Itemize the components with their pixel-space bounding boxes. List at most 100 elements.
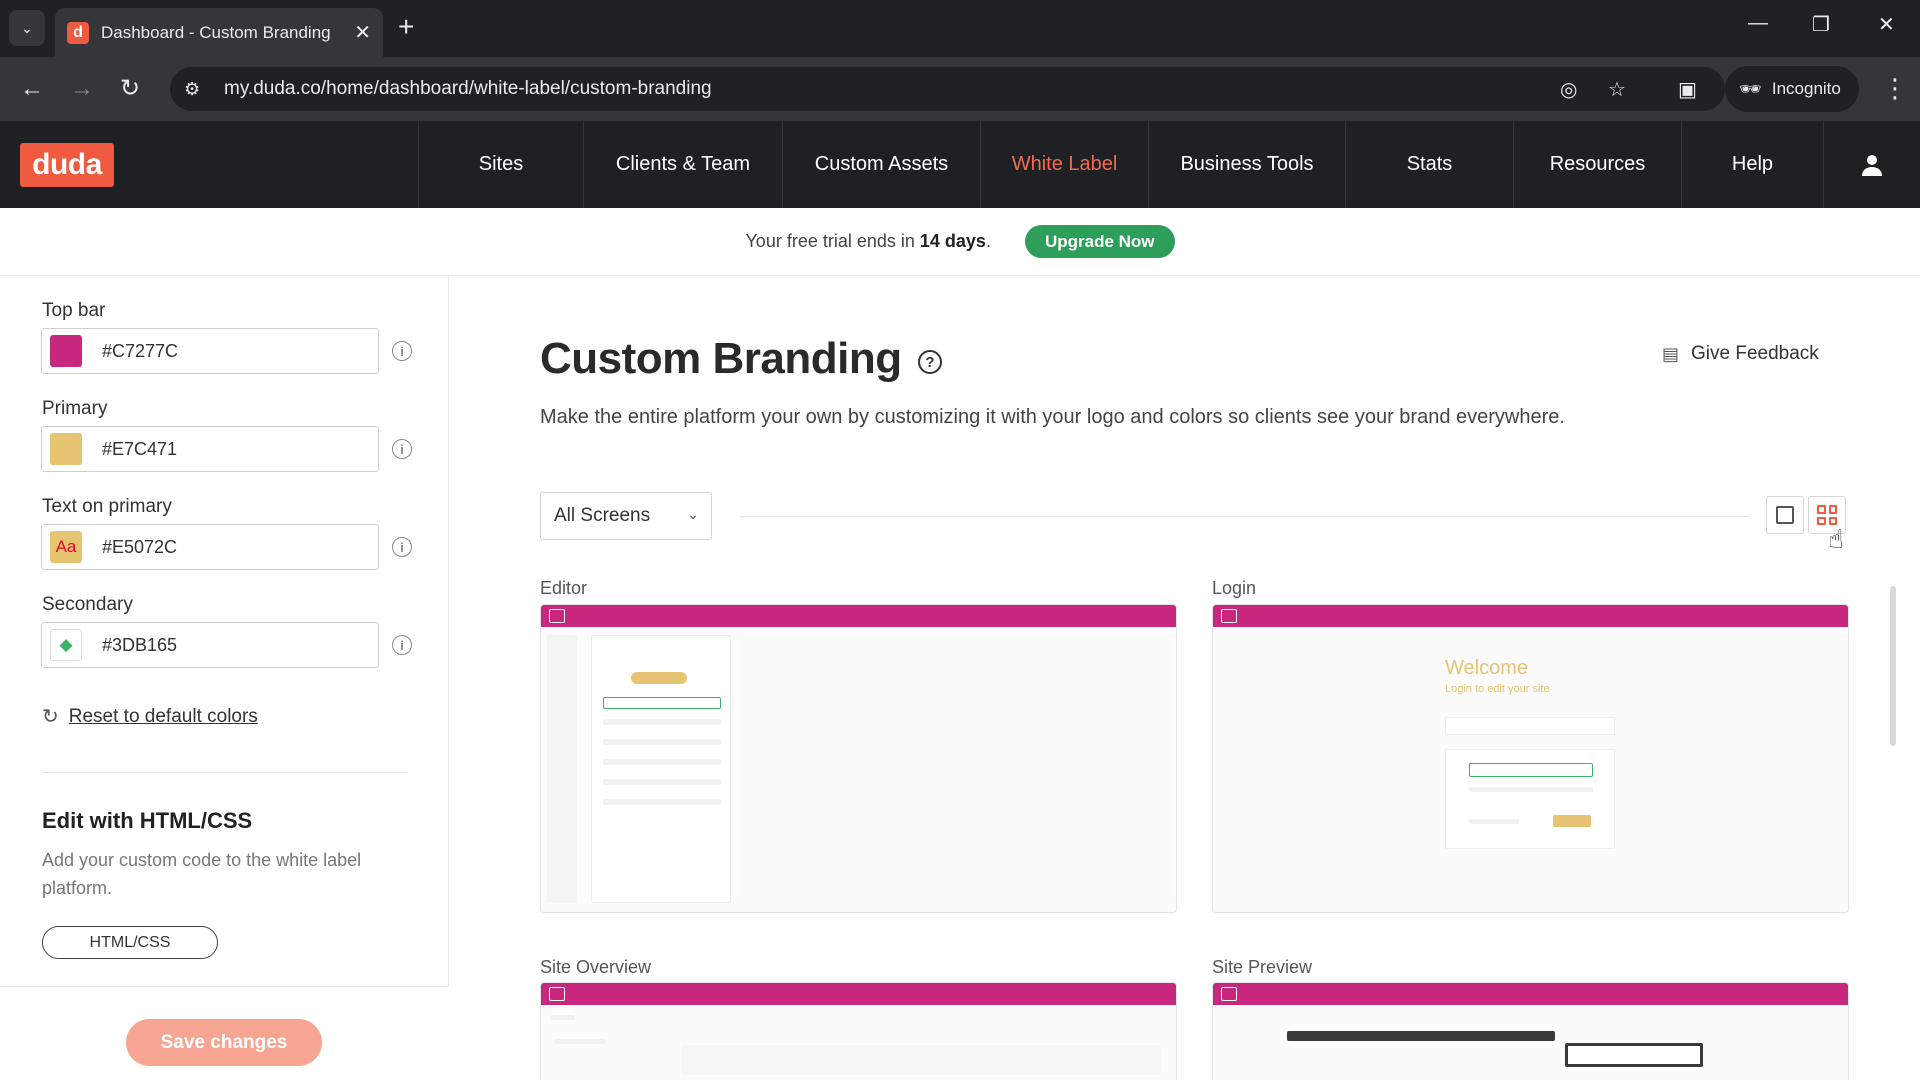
branding-settings-panel: Top bar #C7277C i Primary #E7C471 i Text… — [0, 276, 449, 1080]
login-preview-card[interactable]: Welcome Login to edit your site — [1212, 604, 1849, 913]
tab-search-chevron-icon[interactable]: ⌄ — [9, 10, 45, 46]
filter-divider — [740, 516, 1750, 517]
divider — [42, 772, 408, 773]
bookmark-star-icon[interactable]: ☆ — [1608, 77, 1626, 102]
site-info-icon[interactable]: ⚙ — [184, 79, 210, 100]
info-icon[interactable]: i — [392, 439, 412, 459]
top-bar-label: Top bar — [42, 300, 106, 321]
screen-filter-select[interactable]: All Screens ⌄ — [540, 492, 712, 540]
text-on-primary-color-input[interactable]: Aa #E5072C — [41, 524, 379, 570]
editor-preview-body — [541, 627, 1176, 912]
reload-icon[interactable]: ↻ — [120, 75, 140, 103]
main-nav: Sites Clients & Team Custom Assets White… — [418, 121, 1823, 208]
nav-sites[interactable]: Sites — [418, 121, 583, 208]
card-label-site-overview: Site Overview — [540, 957, 652, 977]
card-label-editor: Editor — [540, 578, 588, 598]
eye-off-icon[interactable]: ◎ — [1560, 77, 1577, 102]
site-preview-preview-body — [1213, 1005, 1848, 1080]
preview-top-bar — [1213, 983, 1848, 1005]
page-title: Custom Branding — [540, 334, 902, 383]
text-on-primary-swatch[interactable]: Aa — [50, 531, 82, 563]
info-icon[interactable]: i — [392, 635, 412, 655]
preview-top-bar — [541, 605, 1176, 627]
login-welcome-subtitle: Login to edit your site — [1445, 683, 1550, 695]
edit-html-css-title: Edit with HTML/CSS — [42, 808, 253, 833]
reset-label[interactable]: Reset to default colors — [69, 706, 258, 728]
reset-icon: ↻ — [42, 706, 59, 728]
login-welcome-text: Welcome — [1445, 657, 1528, 679]
incognito-indicator[interactable]: 🕶 Incognito — [1725, 66, 1859, 112]
grid-view-icon — [1817, 505, 1837, 525]
give-feedback-link[interactable]: ▤ Give Feedback — [1662, 343, 1819, 365]
incognito-label: Incognito — [1771, 79, 1841, 98]
preview-top-bar — [541, 983, 1176, 1005]
secondary-color-value[interactable]: #3DB165 — [102, 635, 177, 656]
login-preview-body: Welcome Login to edit your site — [1213, 627, 1848, 912]
single-view-toggle[interactable] — [1766, 496, 1804, 534]
nav-white-label[interactable]: White Label — [980, 121, 1148, 208]
main-content: Custom Branding ? ▤ Give Feedback Make t… — [450, 276, 1920, 1080]
nav-clients-team[interactable]: Clients & Team — [583, 121, 782, 208]
site-preview-preview-card[interactable] — [1212, 982, 1849, 1080]
preview-logo-icon — [549, 987, 565, 1001]
nav-stats[interactable]: Stats — [1345, 121, 1513, 208]
edit-html-css-description: Add your custom code to the white label … — [42, 850, 362, 898]
nav-business-tools[interactable]: Business Tools — [1148, 121, 1345, 208]
nav-custom-assets[interactable]: Custom Assets — [782, 121, 980, 208]
primary-label: Primary — [42, 398, 108, 419]
nav-resources[interactable]: Resources — [1513, 121, 1681, 208]
help-question-icon[interactable]: ? — [918, 350, 942, 374]
trial-text: Your free trial ends in 14 days. — [745, 231, 991, 251]
preview-logo-icon — [549, 609, 565, 623]
secondary-label: Secondary — [42, 594, 133, 615]
forward-arrow-icon[interactable]: → — [70, 75, 94, 103]
secondary-color-input[interactable]: ◆ #3DB165 — [41, 622, 379, 668]
side-panel-icon[interactable]: ▣ — [1678, 77, 1697, 102]
editor-preview-card[interactable] — [540, 604, 1177, 913]
new-tab-plus-icon[interactable]: + — [398, 12, 414, 42]
duda-favicon-icon: d — [67, 21, 89, 44]
top-bar-color-value[interactable]: #C7277C — [102, 341, 178, 362]
primary-swatch[interactable] — [50, 433, 82, 465]
page-description: Make the entire platform your own by cus… — [540, 406, 1565, 428]
secondary-swatch-icon[interactable]: ◆ — [50, 629, 82, 661]
site-overview-preview-card[interactable] — [540, 982, 1177, 1080]
info-icon[interactable]: i — [392, 537, 412, 557]
text-on-primary-label: Text on primary — [42, 496, 172, 517]
feedback-label: Give Feedback — [1691, 343, 1819, 364]
preview-logo-icon — [1221, 987, 1237, 1001]
hand-cursor-icon: ☝ — [1828, 524, 1844, 554]
back-arrow-icon[interactable]: ← — [20, 75, 44, 103]
browser-tabstrip: ⌄ d Dashboard - Custom Branding ✕ + — ❐ … — [0, 0, 1920, 57]
close-tab-icon[interactable]: ✕ — [354, 20, 371, 45]
top-bar-color-input[interactable]: #C7277C — [41, 328, 379, 374]
browser-tab[interactable]: d Dashboard - Custom Branding ✕ — [55, 8, 383, 57]
close-window-icon[interactable]: ✕ — [1878, 12, 1895, 37]
card-label-site-preview: Site Preview — [1212, 957, 1313, 977]
save-changes-button[interactable]: Save changes — [126, 1019, 322, 1066]
trial-days: 14 days — [919, 231, 986, 251]
html-css-button[interactable]: HTML/CSS — [42, 926, 218, 959]
site-overview-preview-body — [541, 1005, 1176, 1080]
duda-logo[interactable]: duda — [20, 143, 114, 187]
minimize-icon[interactable]: — — [1748, 12, 1768, 35]
upgrade-now-button[interactable]: Upgrade Now — [1024, 225, 1175, 258]
url-text[interactable]: my.duda.co/home/dashboard/white-label/cu… — [224, 78, 712, 100]
user-account-icon[interactable] — [1823, 121, 1920, 208]
browser-toolbar: ← → ↻ ⚙ my.duda.co/home/dashboard/white-… — [0, 57, 1920, 121]
text-on-primary-color-value[interactable]: #E5072C — [102, 537, 177, 558]
save-footer: Save changes — [0, 986, 449, 1080]
feedback-chat-icon: ▤ — [1662, 343, 1680, 364]
restore-window-icon[interactable]: ❐ — [1812, 12, 1830, 37]
content-scrollbar[interactable] — [1890, 586, 1896, 746]
screen-filter-value: All Screens — [554, 505, 651, 526]
primary-color-input[interactable]: #E7C471 — [41, 426, 379, 472]
primary-color-value[interactable]: #E7C471 — [102, 439, 177, 460]
reset-default-colors-link[interactable]: ↻ Reset to default colors — [42, 704, 258, 729]
nav-help[interactable]: Help — [1681, 121, 1823, 208]
preview-top-bar — [1213, 605, 1848, 627]
browser-menu-icon[interactable]: ⋮ — [1882, 73, 1908, 104]
info-icon[interactable]: i — [392, 341, 412, 361]
address-bar[interactable]: ⚙ my.duda.co/home/dashboard/white-label/… — [170, 67, 1725, 111]
top-bar-swatch[interactable] — [50, 335, 82, 367]
